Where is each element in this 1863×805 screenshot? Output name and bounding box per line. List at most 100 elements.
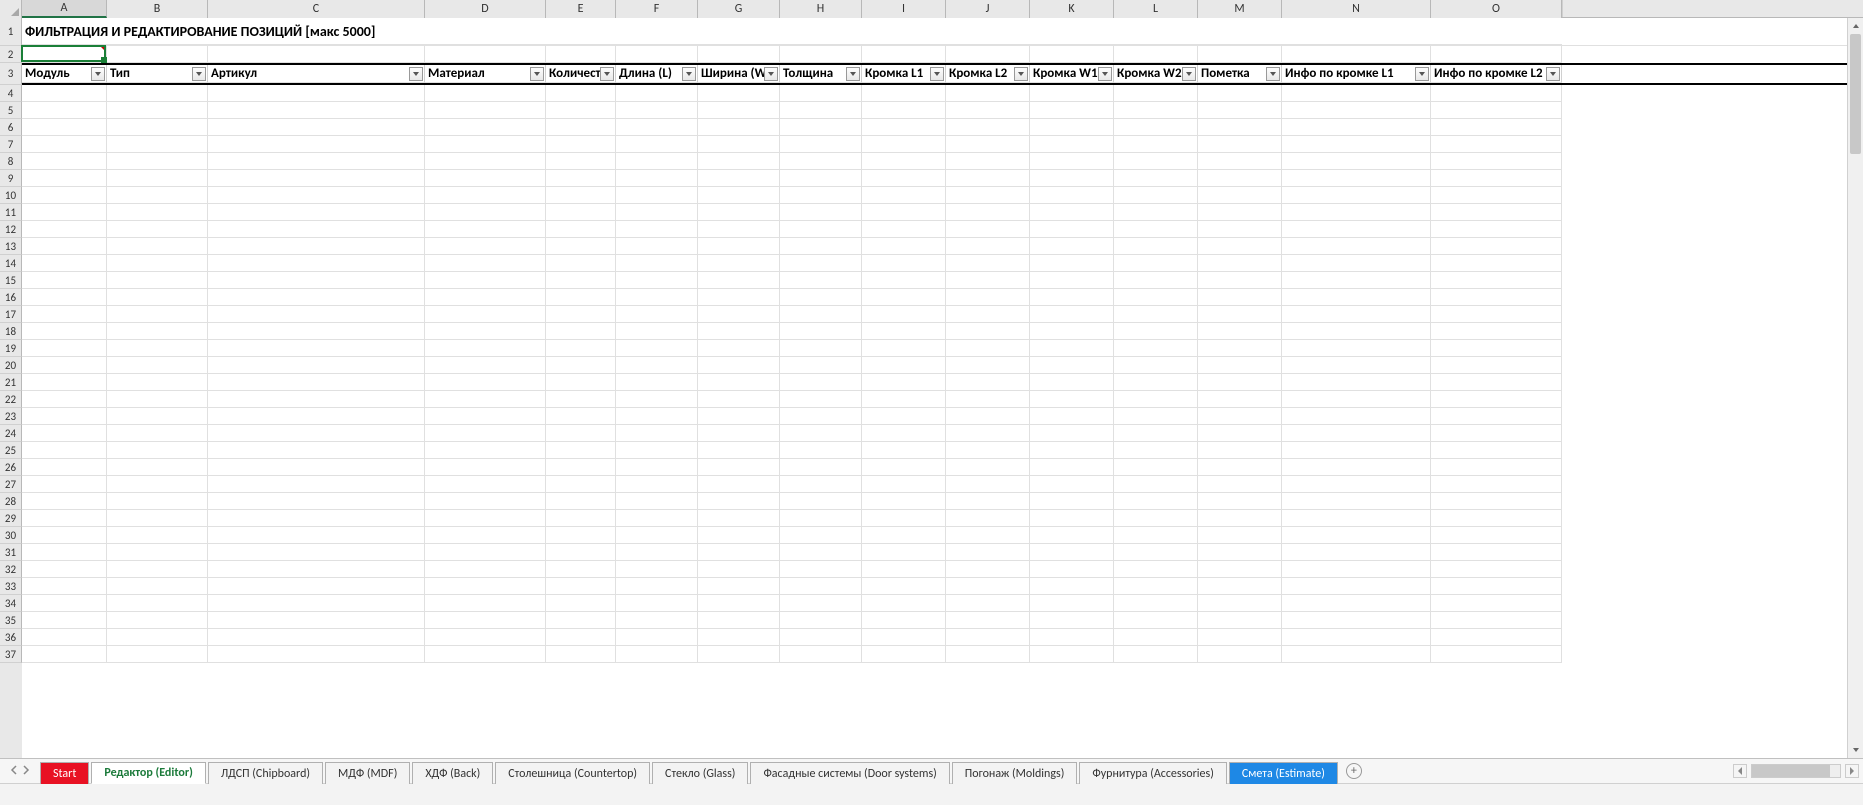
cell-D28[interactable] (425, 493, 546, 510)
cell-A35[interactable] (22, 612, 107, 629)
cell-C6[interactable] (208, 119, 425, 136)
cell-K14[interactable] (1030, 255, 1114, 272)
cell-M16[interactable] (1198, 289, 1282, 306)
cell-L26[interactable] (1114, 459, 1198, 476)
filter-dropdown-I[interactable] (930, 67, 944, 81)
cell-D16[interactable] (425, 289, 546, 306)
cell-G18[interactable] (698, 323, 780, 340)
scroll-up-button[interactable] (1848, 18, 1863, 34)
cell-E36[interactable] (546, 629, 616, 646)
cell-E22[interactable] (546, 391, 616, 408)
cell-N27[interactable] (1282, 476, 1431, 493)
row-header-5[interactable]: 5 (0, 102, 22, 119)
cell-I31[interactable] (862, 544, 946, 561)
row-header-22[interactable]: 22 (0, 391, 22, 408)
cell-J6[interactable] (946, 119, 1030, 136)
cell-D19[interactable] (425, 340, 546, 357)
cell-M6[interactable] (1198, 119, 1282, 136)
cell-L3[interactable]: Кромка W2 (1114, 65, 1198, 83)
cell-F29[interactable] (616, 510, 698, 527)
cell-G16[interactable] (698, 289, 780, 306)
cell-J16[interactable] (946, 289, 1030, 306)
cell-E12[interactable] (546, 221, 616, 238)
cell-E30[interactable] (546, 527, 616, 544)
cell-O13[interactable] (1431, 238, 1562, 255)
cell-G25[interactable] (698, 442, 780, 459)
filter-dropdown-E[interactable] (600, 67, 614, 81)
row-header-10[interactable]: 10 (0, 187, 22, 204)
cell-K29[interactable] (1030, 510, 1114, 527)
cell-O19[interactable] (1431, 340, 1562, 357)
cell-D8[interactable] (425, 153, 546, 170)
cell-A25[interactable] (22, 442, 107, 459)
spreadsheet-grid[interactable]: ФИЛЬТРАЦИЯ И РЕДАКТИРОВАНИЕ ПОЗИЦИЙ [мак… (22, 18, 1847, 758)
cell-D3[interactable]: Материал (425, 65, 546, 83)
cell-M33[interactable] (1198, 578, 1282, 595)
cell-D4[interactable] (425, 85, 546, 102)
cell-O15[interactable] (1431, 272, 1562, 289)
cell-N22[interactable] (1282, 391, 1431, 408)
cell-E28[interactable] (546, 493, 616, 510)
column-header-I[interactable]: I (862, 0, 946, 18)
cell-O31[interactable] (1431, 544, 1562, 561)
cell-B23[interactable] (107, 408, 208, 425)
cell-H7[interactable] (780, 136, 862, 153)
cell-O17[interactable] (1431, 306, 1562, 323)
cell-I29[interactable] (862, 510, 946, 527)
row-header-16[interactable]: 16 (0, 289, 22, 306)
cell-I17[interactable] (862, 306, 946, 323)
cell-E8[interactable] (546, 153, 616, 170)
cell-K5[interactable] (1030, 102, 1114, 119)
scroll-down-button[interactable] (1848, 742, 1863, 758)
row-header-2[interactable]: 2 (0, 46, 22, 63)
cell-H37[interactable] (780, 646, 862, 663)
cell-F10[interactable] (616, 187, 698, 204)
cell-F9[interactable] (616, 170, 698, 187)
cell-O37[interactable] (1431, 646, 1562, 663)
cell-L31[interactable] (1114, 544, 1198, 561)
cell-J14[interactable] (946, 255, 1030, 272)
cell-E31[interactable] (546, 544, 616, 561)
cell-I20[interactable] (862, 357, 946, 374)
cell-K37[interactable] (1030, 646, 1114, 663)
cell-E2[interactable] (546, 46, 616, 63)
filter-dropdown-O[interactable] (1546, 67, 1560, 81)
cell-G30[interactable] (698, 527, 780, 544)
cell-F19[interactable] (616, 340, 698, 357)
cell-E35[interactable] (546, 612, 616, 629)
cell-J8[interactable] (946, 153, 1030, 170)
cell-E24[interactable] (546, 425, 616, 442)
filter-dropdown-F[interactable] (682, 67, 696, 81)
cell-D10[interactable] (425, 187, 546, 204)
cell-O4[interactable] (1431, 85, 1562, 102)
filter-dropdown-G[interactable] (764, 67, 778, 81)
column-header-C[interactable]: C (208, 0, 425, 18)
cell-I27[interactable] (862, 476, 946, 493)
sheet-tab-8[interactable]: Погонаж (Moldings) (952, 762, 1078, 784)
cell-M12[interactable] (1198, 221, 1282, 238)
row-header-4[interactable]: 4 (0, 85, 22, 102)
row-header-37[interactable]: 37 (0, 646, 22, 663)
cell-A37[interactable] (22, 646, 107, 663)
cell-N5[interactable] (1282, 102, 1431, 119)
cell-J2[interactable] (946, 46, 1030, 63)
cell-B15[interactable] (107, 272, 208, 289)
cell-D17[interactable] (425, 306, 546, 323)
scroll-thumb[interactable] (1850, 34, 1861, 154)
cell-L10[interactable] (1114, 187, 1198, 204)
cell-D25[interactable] (425, 442, 546, 459)
cell-F32[interactable] (616, 561, 698, 578)
cell-O2[interactable] (1431, 46, 1562, 63)
cell-F13[interactable] (616, 238, 698, 255)
cell-K3[interactable]: Кромка W1 (1030, 65, 1114, 83)
cell-B35[interactable] (107, 612, 208, 629)
cell-O21[interactable] (1431, 374, 1562, 391)
cell-H30[interactable] (780, 527, 862, 544)
filter-dropdown-K[interactable] (1098, 67, 1112, 81)
sheet-tab-7[interactable]: Фасадные системы (Door systems) (750, 762, 949, 784)
cell-A10[interactable] (22, 187, 107, 204)
cell-N34[interactable] (1282, 595, 1431, 612)
cell-H13[interactable] (780, 238, 862, 255)
cell-A23[interactable] (22, 408, 107, 425)
cell-H21[interactable] (780, 374, 862, 391)
